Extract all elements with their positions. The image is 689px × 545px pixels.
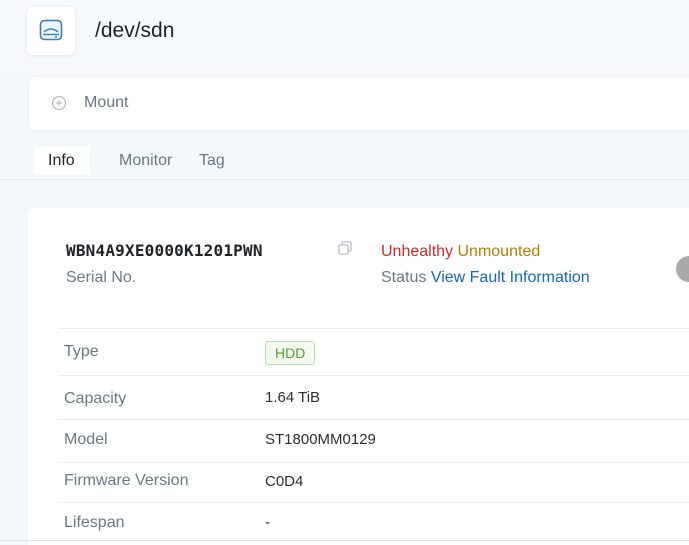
divider xyxy=(58,462,689,463)
model-value: ST1800MM0129 xyxy=(265,431,376,448)
mount-button[interactable]: Mount xyxy=(84,94,128,112)
disk-info-card: WBN4A9XE0000K1201PWN Serial No. Unhealth… xyxy=(28,208,689,545)
tab-bar: Info Monitor Tag xyxy=(0,145,689,180)
tab-tag[interactable]: Tag xyxy=(199,147,225,175)
divider xyxy=(58,328,689,329)
health-status: Unhealthy xyxy=(381,243,454,260)
status-values: Unhealthy Unmounted xyxy=(381,243,540,261)
action-bar: Mount xyxy=(29,77,689,130)
capacity-value: 1.64 TiB xyxy=(265,389,321,406)
lifespan-value: - xyxy=(265,514,270,531)
page-title: /dev/sdn xyxy=(95,19,175,42)
firmware-version-label: Firmware Version xyxy=(64,472,189,489)
divider xyxy=(58,502,689,503)
lifespan-label: Lifespan xyxy=(64,514,125,531)
tab-info[interactable]: Info xyxy=(34,147,89,175)
model-label: Model xyxy=(64,431,108,448)
disk-icon xyxy=(27,7,75,55)
header-bar: /dev/sdn xyxy=(0,0,689,75)
serial-number-value: WBN4A9XE0000K1201PWN xyxy=(66,241,263,260)
view-fault-information-link[interactable]: View Fault Information xyxy=(431,269,590,286)
copy-icon[interactable] xyxy=(338,241,352,260)
type-label: Type xyxy=(64,343,99,360)
status-label: Status xyxy=(381,269,427,286)
capacity-label: Capacity xyxy=(64,390,127,407)
bottom-border xyxy=(0,540,689,541)
status-label-row: Status View Fault Information xyxy=(381,269,590,287)
divider xyxy=(58,375,689,376)
plus-circle-icon[interactable] xyxy=(51,95,67,116)
tab-monitor[interactable]: Monitor xyxy=(119,147,172,175)
firmware-version-value: C0D4 xyxy=(265,473,304,490)
type-badge: HDD xyxy=(265,341,316,365)
divider xyxy=(58,419,689,420)
mount-status: Unmounted xyxy=(457,243,541,260)
serial-number-label: Serial No. xyxy=(66,269,137,286)
